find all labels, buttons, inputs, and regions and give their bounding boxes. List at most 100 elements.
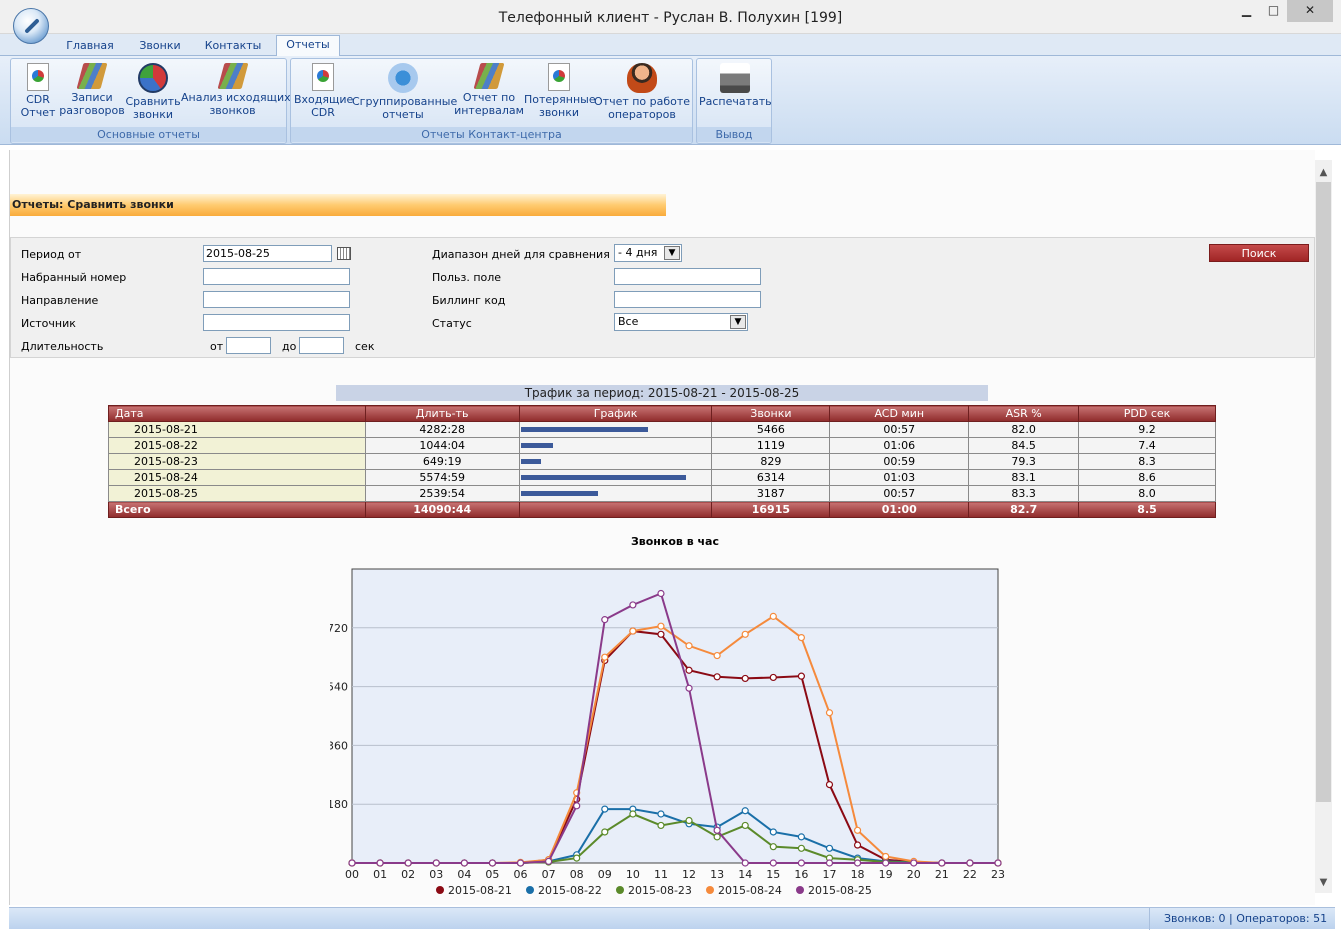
data-point xyxy=(741,821,749,830)
data-point xyxy=(432,859,440,867)
vertical-scrollbar[interactable]: ▲ ▼ xyxy=(1315,160,1332,893)
cell-date: 2015-08-23 xyxy=(108,453,366,470)
column-header-acd[interactable]: ACD мин xyxy=(829,405,970,422)
data-point xyxy=(629,627,637,635)
incoming-cdr-button[interactable]: Входящие CDR xyxy=(294,63,354,119)
data-point xyxy=(685,816,693,825)
lost-calls-button[interactable]: Потерянные звонки xyxy=(524,63,596,119)
duration-from-label: от xyxy=(210,340,224,353)
app-logo-icon[interactable] xyxy=(13,8,49,44)
cell-graph xyxy=(518,421,713,438)
legend-marker xyxy=(796,886,804,894)
status-value: Все xyxy=(618,315,639,328)
legend-marker xyxy=(526,886,534,894)
ribbon-group-contact-center: Входящие CDR Сгруппированные отчеты Отче… xyxy=(290,58,693,144)
column-header-graph[interactable]: График xyxy=(518,405,713,422)
cell-duration: 2539:54 xyxy=(364,485,520,502)
interval-report-icon xyxy=(473,63,505,89)
search-button[interactable]: Поиск xyxy=(1209,244,1309,262)
billing-code-label: Биллинг код xyxy=(432,294,506,307)
data-point xyxy=(769,673,777,682)
scroll-thumb[interactable] xyxy=(1316,182,1331,802)
data-point xyxy=(882,852,890,861)
compare-calls-button[interactable]: Сравнить звонки xyxy=(125,63,181,121)
duration-to-label: до xyxy=(282,340,297,353)
interval-report-button[interactable]: Отчет по интервалам xyxy=(454,63,524,117)
cell-acd: 01:03 xyxy=(829,469,970,486)
calendar-icon[interactable] xyxy=(337,247,351,260)
cell-duration: 1044:04 xyxy=(364,437,520,454)
lost-calls-icon xyxy=(548,63,570,91)
cell-asr: 84.5 xyxy=(968,437,1080,454)
data-point xyxy=(657,622,665,630)
call-recordings-button[interactable]: Записи разговоров xyxy=(59,63,125,117)
cell-calls: 6314 xyxy=(711,469,831,486)
total-acd: 01:00 xyxy=(829,501,970,518)
billing-code-input[interactable] xyxy=(614,291,761,308)
dialed-number-input[interactable] xyxy=(203,268,350,285)
column-header-date[interactable]: Дата xyxy=(108,405,366,422)
status-text: Звонков: 0 | Операторов: 51 xyxy=(1149,908,1335,930)
duration-from-input[interactable] xyxy=(226,337,271,354)
scroll-down-icon[interactable]: ▼ xyxy=(1315,874,1332,891)
table-row: 2015-08-24 5574:59 6314 01:03 83.1 8.6 xyxy=(108,469,1216,486)
close-button[interactable]: ✕ xyxy=(1287,0,1333,22)
cell-graph xyxy=(518,469,713,486)
column-header-duration[interactable]: Длить-ть xyxy=(364,405,520,422)
data-point xyxy=(657,589,665,598)
grouped-reports-button[interactable]: Сгруппированные отчеты xyxy=(352,63,457,121)
period-from-input[interactable]: 2015-08-25 xyxy=(203,245,332,262)
traffic-period-title: Трафик за период: 2015-08-21 - 2015-08-2… xyxy=(336,385,988,401)
data-point xyxy=(797,633,805,642)
data-point xyxy=(769,859,777,867)
minimize-button[interactable]: ▁ xyxy=(1233,0,1260,22)
cell-pdd: 8.6 xyxy=(1078,469,1216,486)
column-header-asr[interactable]: ASR % xyxy=(968,405,1080,422)
print-button[interactable]: Распечатать xyxy=(699,63,772,108)
tab-reports[interactable]: Отчеты xyxy=(276,35,340,57)
x-tick-label: 14 xyxy=(738,868,752,881)
tab-contacts[interactable]: Контакты xyxy=(197,37,269,56)
tab-home[interactable]: Главная xyxy=(58,37,122,56)
cdr-report-button[interactable]: CDR Отчет xyxy=(17,63,59,119)
data-point xyxy=(797,844,805,852)
status-select[interactable]: Все ▼ xyxy=(614,313,748,331)
cell-calls: 3187 xyxy=(711,485,831,502)
duration-to-input[interactable] xyxy=(299,337,344,354)
interval-report-label: Отчет по интервалам xyxy=(454,91,524,117)
maximize-button[interactable]: □ xyxy=(1260,0,1287,22)
compare-range-select[interactable]: - 4 дня ▼ xyxy=(614,244,682,262)
data-point xyxy=(713,833,721,841)
group-label-contact-center: Отчеты Контакт-центра xyxy=(291,127,692,142)
call-recordings-label: Записи разговоров xyxy=(59,91,125,117)
x-tick-label: 12 xyxy=(682,868,696,881)
graph-bar xyxy=(520,427,649,432)
x-tick-label: 02 xyxy=(401,868,415,881)
data-point xyxy=(629,810,637,818)
calls-per-hour-chart: 180 360 540 720 00 01 02 03 04 05 06 07 08 09 10 11 12 13… xyxy=(330,568,1005,897)
operator-icon xyxy=(627,63,657,93)
operator-report-button[interactable]: Отчет по работе операторов xyxy=(594,63,690,121)
scroll-up-icon[interactable]: ▲ xyxy=(1315,164,1332,181)
incoming-cdr-icon xyxy=(312,63,334,91)
direction-input[interactable] xyxy=(203,291,350,308)
table-row: 2015-08-23 649:19 829 00:59 79.3 8.3 xyxy=(108,453,1216,470)
outgoing-analysis-button[interactable]: Анализ исходящих звонков xyxy=(181,63,291,117)
custom-field-input[interactable] xyxy=(614,268,761,285)
x-tick-label: 18 xyxy=(851,868,865,881)
x-tick-label: 03 xyxy=(429,868,443,881)
data-point xyxy=(601,653,609,661)
column-header-calls[interactable]: Звонки xyxy=(711,405,831,422)
data-point xyxy=(601,616,609,624)
source-input[interactable] xyxy=(203,314,350,331)
printer-icon xyxy=(720,63,750,93)
cell-graph xyxy=(518,485,713,502)
column-header-pdd[interactable]: PDD сек xyxy=(1078,405,1216,422)
x-tick-label: 15 xyxy=(766,868,780,881)
ribbon-tabs: Главная Звонки Контакты Отчеты xyxy=(0,34,1341,57)
cell-asr: 79.3 xyxy=(968,453,1080,470)
compare-range-label: Диапазон дней для сравнения xyxy=(432,248,610,261)
tab-calls[interactable]: Звонки xyxy=(128,37,192,56)
total-graph xyxy=(518,501,713,518)
incoming-cdr-label: Входящие CDR xyxy=(294,93,354,119)
